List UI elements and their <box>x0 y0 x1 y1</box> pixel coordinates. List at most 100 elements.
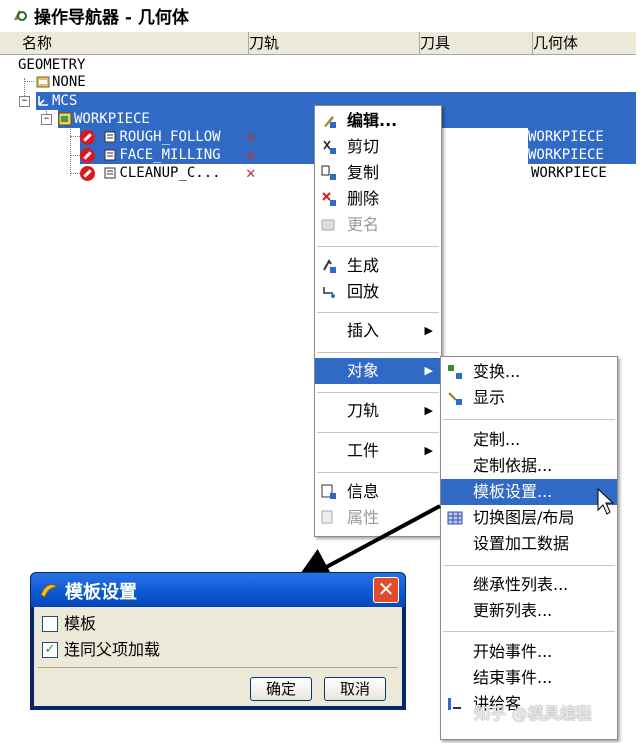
generate-icon <box>323 259 336 273</box>
navigator-title-bar: 操作导航器 - 几何体 <box>0 0 640 30</box>
submenu-toggle-layer[interactable]: 切换图层/布局 <box>441 505 617 531</box>
post-process-icon <box>448 698 461 710</box>
menu-toolpath[interactable]: 刀轨 ▶ <box>315 398 441 424</box>
submenu-customize[interactable]: 定制... <box>441 427 617 453</box>
layer-grid-icon <box>447 511 463 525</box>
menu-delete[interactable]: 删除 <box>315 186 441 212</box>
operation-icon <box>104 149 116 161</box>
tree-node-workpiece-label: WORKPIECE <box>74 111 150 127</box>
template-checkbox[interactable] <box>42 615 58 632</box>
tree-root-geometry[interactable]: GEOMETRY <box>18 56 85 74</box>
template-setup-dialog: 模板设置 ✕ 模板 ✓ 连同父项加载 确定 取消 <box>30 572 406 710</box>
submenu-display[interactable]: 显示 <box>441 385 617 411</box>
transform-icon <box>448 365 462 379</box>
tree-op-rough-follow[interactable]: ROUGH_FOLLOW <box>80 128 314 146</box>
column-header: 名称 刀轨 刀具 几何体 <box>0 31 636 55</box>
workpiece-collapse-toggle[interactable]: − <box>41 114 52 125</box>
menu-separator <box>443 419 615 420</box>
submenu-inheritance-list[interactable]: 继承性列表... <box>441 572 617 598</box>
menu-separator <box>317 352 439 353</box>
menu-replay[interactable]: 回放 <box>315 279 441 305</box>
menu-separator <box>317 312 439 313</box>
column-toolpath[interactable]: 刀轨 <box>243 32 420 54</box>
display-icon <box>448 392 462 405</box>
dialog-body: 模板 ✓ 连同父项加载 确定 取消 <box>34 607 402 706</box>
submenu-start-event[interactable]: 开始事件... <box>441 639 617 665</box>
context-menu: 编辑... 剪切 复制 删除 更名 生成 回放 插入 ▶ 对象 ▶ 刀轨 ▶ 工件 ▶ … <box>314 105 442 537</box>
submenu-arrow-icon: ▶ <box>424 364 433 377</box>
dialog-title-bar: 模板设置 ✕ <box>31 573 405 607</box>
submenu-transform[interactable]: 变换... <box>441 359 617 385</box>
submenu-arrow-icon: ▶ <box>424 324 433 337</box>
tree-op-cleanup[interactable]: CLEANUP_C... <box>80 164 221 182</box>
operation-icon <box>104 131 116 143</box>
op-geometry: WORKPIECE <box>528 146 636 164</box>
menu-workpiece[interactable]: 工件 ▶ <box>315 438 441 464</box>
submenu-end-event[interactable]: 结束事件... <box>441 665 617 691</box>
submenu-arrow-icon: ▶ <box>424 404 433 417</box>
column-geometry[interactable]: 几何体 <box>527 32 633 54</box>
properties-icon <box>321 510 333 524</box>
cancel-button[interactable]: 取消 <box>324 677 386 701</box>
menu-separator <box>443 565 615 566</box>
ok-button[interactable]: 确定 <box>250 677 312 701</box>
load-with-parent-checkbox[interactable]: ✓ <box>42 641 58 658</box>
menu-cut[interactable]: 剪切 <box>315 134 441 160</box>
op-geometry: WORKPIECE <box>528 128 636 146</box>
watermark: 知乎 @模具编程 <box>474 704 592 723</box>
dialog-title: 模板设置 <box>65 582 137 603</box>
menu-separator <box>317 392 439 393</box>
delete-icon <box>322 192 336 206</box>
menu-object[interactable]: 对象 ▶ <box>315 358 441 384</box>
not-generated-icon <box>80 147 95 163</box>
toolpath-status-icon: ✕ <box>246 127 256 146</box>
submenu-customize-basis[interactable]: 定制依据... <box>441 453 617 479</box>
op-name: ROUGH_FOLLOW <box>119 129 221 145</box>
load-with-parent-label: 连同父项加载 <box>64 640 161 659</box>
operation-icon <box>104 167 116 179</box>
submenu-update-list[interactable]: 更新列表... <box>441 598 617 624</box>
menu-edit[interactable]: 编辑... <box>315 108 441 134</box>
submenu-arrow-icon: ▶ <box>424 444 433 457</box>
menu-separator <box>317 432 439 433</box>
menu-generate[interactable]: 生成 <box>315 253 441 279</box>
menu-separator <box>443 631 615 632</box>
mcs-collapse-toggle[interactable]: − <box>19 96 30 107</box>
column-tool[interactable]: 刀具 <box>414 32 533 54</box>
template-label: 模板 <box>64 614 97 633</box>
menu-info[interactable]: 信息 <box>315 479 441 505</box>
workpiece-icon <box>58 112 72 126</box>
close-icon[interactable]: ✕ <box>373 577 399 603</box>
op-name: FACE_MILLING <box>119 147 221 163</box>
menu-properties[interactable]: 属性 <box>315 505 441 531</box>
tree-op-face-milling[interactable]: FACE_MILLING <box>80 146 314 164</box>
op-geometry: WORKPIECE <box>531 165 607 181</box>
op-name: CLEANUP_C... <box>119 165 221 181</box>
none-geometry-icon <box>36 76 50 88</box>
menu-insert[interactable]: 插入 ▶ <box>315 318 441 344</box>
submenu-set-machining-data[interactable]: 设置加工数据 <box>441 531 617 557</box>
scissors-icon <box>323 140 336 154</box>
template-checkbox-row[interactable]: 模板 <box>42 613 96 635</box>
menu-separator <box>317 472 439 473</box>
navigator-title: 操作导航器 - 几何体 <box>34 7 189 28</box>
tree-node-mcs-label: MCS <box>52 93 78 109</box>
dialog-app-icon <box>40 584 59 598</box>
mcs-axes-icon <box>38 96 48 106</box>
tree-node-none[interactable]: NONE <box>36 73 86 91</box>
menu-rename[interactable]: 更名 <box>315 212 441 238</box>
submenu-template-setup[interactable]: 模板设置... <box>441 479 617 505</box>
tree-node-none-label: NONE <box>52 74 86 90</box>
replay-icon <box>323 287 335 298</box>
navigator-icon <box>14 10 27 21</box>
info-icon <box>321 484 336 499</box>
not-generated-icon <box>80 165 95 181</box>
menu-copy[interactable]: 复制 <box>315 160 441 186</box>
column-name[interactable]: 名称 <box>16 32 249 54</box>
object-submenu: 变换... 显示 定制... 定制依据... 模板设置... 切换图层/布局 设… <box>440 356 618 740</box>
rename-icon <box>321 219 335 231</box>
menu-separator <box>317 246 439 247</box>
edit-icon <box>324 116 336 128</box>
load-with-parent-checkbox-row[interactable]: ✓ 连同父项加载 <box>42 639 160 661</box>
dialog-divider <box>38 667 398 668</box>
